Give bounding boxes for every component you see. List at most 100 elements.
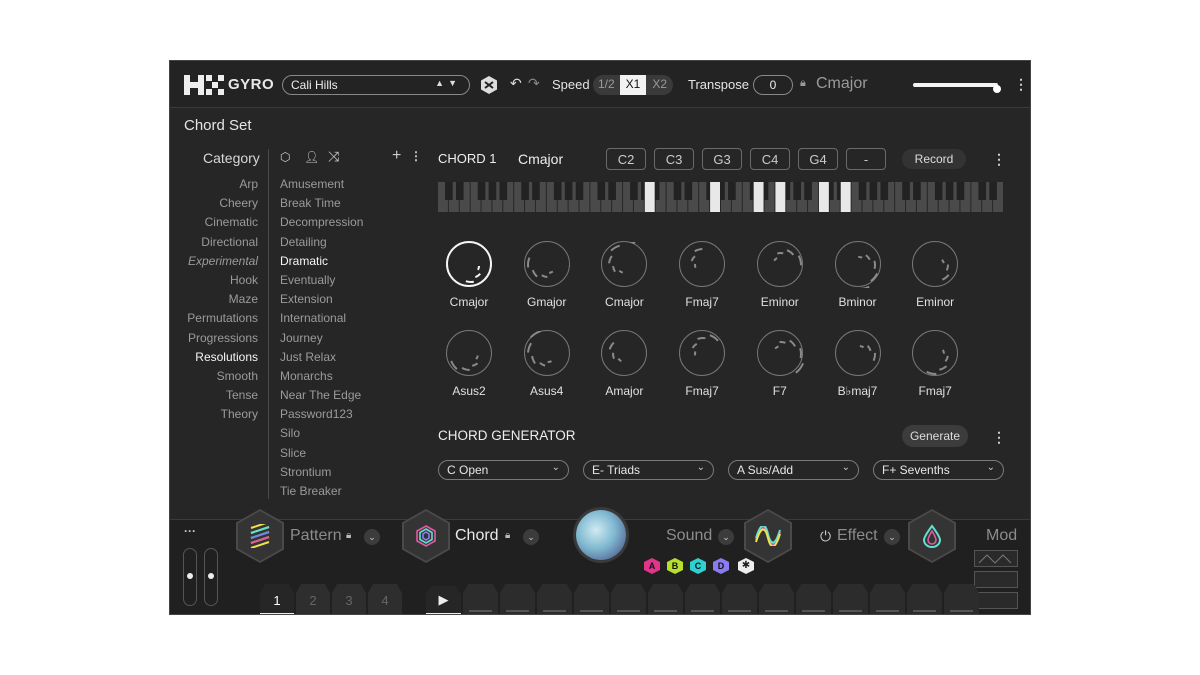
category-item[interactable]: Arp — [170, 175, 258, 194]
xy-slider-2[interactable] — [204, 548, 218, 606]
effect-label[interactable]: Effect — [837, 527, 878, 545]
key-display[interactable]: Cmajor — [816, 75, 868, 93]
active-key[interactable] — [775, 182, 786, 212]
macro-button[interactable]: C — [690, 558, 706, 574]
chord-pad-circle[interactable] — [601, 241, 648, 287]
black-key[interactable] — [858, 182, 867, 200]
sequencer-step[interactable] — [537, 584, 572, 614]
preset-prev-next-icon[interactable]: ▲▼ — [435, 78, 461, 88]
chord-lock-icon[interactable]: 🔒︎ — [505, 530, 510, 541]
active-key[interactable] — [840, 182, 851, 212]
sequencer-step[interactable] — [463, 584, 498, 614]
chord-pad-circle[interactable] — [756, 330, 804, 376]
category-item[interactable]: Experimental — [170, 252, 258, 271]
randomize-dice-icon[interactable] — [481, 76, 497, 94]
chord-set-item[interactable]: Extension — [280, 290, 420, 309]
preset-selector[interactable]: Cali Hills ▲▼ — [282, 75, 470, 95]
mod-slot-3[interactable] — [974, 592, 1018, 609]
chord-set-item[interactable]: Amusement — [280, 175, 420, 194]
category-item[interactable]: Directional — [170, 233, 258, 252]
pattern-dropdown-icon[interactable]: ⌄ — [364, 529, 380, 545]
chord-set-item[interactable]: International — [280, 309, 420, 328]
category-item[interactable]: Maze — [170, 290, 258, 309]
category-item[interactable]: Permutations — [170, 309, 258, 328]
pattern-tab[interactable]: 1 — [260, 584, 294, 614]
black-key[interactable] — [608, 182, 616, 200]
speed-option-x2[interactable]: X2 — [646, 75, 673, 95]
black-key[interactable] — [804, 182, 812, 200]
category-item[interactable]: Resolutions — [170, 348, 258, 367]
effect-dropdown-icon[interactable]: ⌄ — [884, 529, 900, 545]
black-key[interactable] — [684, 182, 693, 200]
chord-pad[interactable]: Amajor — [589, 330, 659, 398]
chord-pad-circle[interactable] — [679, 330, 726, 376]
pattern-lock-icon[interactable]: 🔒︎ — [346, 530, 351, 541]
macro-button[interactable]: D — [713, 558, 729, 574]
sequencer-step[interactable] — [500, 584, 535, 614]
chord-pad-circle[interactable] — [912, 241, 959, 287]
black-key[interactable] — [880, 182, 889, 200]
speed-option-half[interactable]: 1/2 — [593, 75, 620, 95]
pattern-tab[interactable]: 4 — [368, 584, 402, 614]
note-slot[interactable]: C3 — [654, 148, 694, 170]
black-key[interactable] — [934, 182, 943, 200]
black-key[interactable] — [564, 182, 573, 200]
black-key[interactable] — [521, 182, 529, 200]
chord-set-item[interactable]: Break Time — [280, 194, 420, 213]
chord-pad-circle[interactable] — [523, 330, 570, 376]
sound-label[interactable]: Sound — [666, 527, 712, 545]
chord-pad[interactable]: Fmaj7 — [667, 330, 737, 398]
master-volume-slider[interactable] — [913, 83, 998, 87]
mod-slot-lfo[interactable] — [974, 550, 1018, 567]
generator-dropdown[interactable]: F+ Sevenths ⌄ — [873, 460, 1004, 480]
pattern-label[interactable]: Pattern — [290, 527, 342, 545]
chord-dropdown-icon[interactable]: ⌄ — [523, 529, 539, 545]
pattern-tab[interactable]: 2 — [296, 584, 330, 614]
sequencer-step[interactable] — [759, 584, 794, 614]
chord-set-item[interactable]: Detailing — [280, 233, 420, 252]
chord-pad[interactable]: Asus2 — [434, 330, 504, 398]
chord-pad[interactable]: F7 — [745, 330, 815, 398]
black-key[interactable] — [499, 182, 508, 200]
chord-set-item[interactable]: Tie Breaker — [280, 482, 420, 501]
chord-pad[interactable]: Bminor — [823, 241, 893, 309]
chord-set-item[interactable]: Near The Edge — [280, 386, 420, 405]
black-key[interactable] — [532, 182, 540, 200]
chord-pad[interactable]: Gmajor — [512, 241, 582, 309]
generate-button[interactable]: Generate — [902, 425, 968, 447]
sound-dropdown-icon[interactable]: ⌄ — [718, 529, 734, 545]
factory-cube-icon[interactable]: ⬡ — [280, 150, 290, 164]
note-slot[interactable]: C4 — [750, 148, 790, 170]
chord-label[interactable]: Chord — [455, 527, 499, 545]
chord-pad[interactable]: Fmaj7 — [900, 330, 970, 398]
key-lock-icon[interactable]: 🔒︎ — [800, 77, 806, 90]
chord-pad-circle[interactable] — [756, 241, 803, 287]
sequencer-step[interactable] — [944, 584, 979, 614]
black-key[interactable] — [728, 182, 736, 200]
main-menu-icon[interactable]: ⋮ — [1014, 76, 1028, 93]
chord-pad[interactable]: Eminor — [745, 241, 815, 309]
black-key[interactable] — [553, 182, 562, 200]
black-key[interactable] — [455, 182, 464, 200]
chord-pad[interactable]: Asus4 — [512, 330, 582, 398]
black-key[interactable] — [445, 182, 453, 200]
chord-set-item[interactable]: Strontium — [280, 463, 420, 482]
chord-set-item[interactable]: Eventually — [280, 271, 420, 290]
shuffle-icon[interactable]: ⤨ — [328, 148, 339, 165]
generator-menu-icon[interactable]: ⋮ — [992, 429, 1006, 446]
chord-set-item[interactable]: Journey — [280, 329, 420, 348]
sound-module-icon[interactable] — [744, 509, 792, 563]
sequencer-step[interactable] — [870, 584, 905, 614]
master-volume-handle[interactable] — [993, 85, 1001, 93]
sequencer-step[interactable] — [574, 584, 609, 614]
more-options-icon[interactable]: ··· — [184, 524, 196, 538]
category-item[interactable]: Cinematic — [170, 213, 258, 232]
black-key[interactable] — [902, 182, 910, 200]
black-key[interactable] — [477, 182, 486, 200]
chord-set-item[interactable]: Decompression — [280, 213, 420, 232]
note-slot[interactable]: G3 — [702, 148, 742, 170]
chord-module-icon[interactable] — [402, 509, 450, 563]
chord-pad-circle[interactable] — [912, 330, 959, 376]
black-key[interactable] — [945, 182, 954, 200]
sequencer-step[interactable] — [833, 584, 868, 614]
